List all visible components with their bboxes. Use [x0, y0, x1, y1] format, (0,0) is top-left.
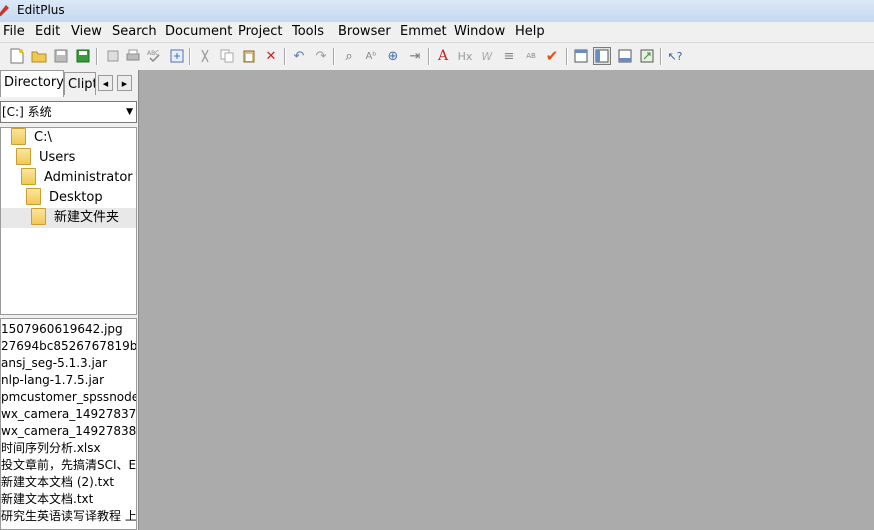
- list-item[interactable]: wx_camera_14927837900: [1, 406, 136, 423]
- check-mark-icon[interactable]: ✔: [543, 47, 561, 65]
- chevron-down-icon: ▼: [126, 107, 133, 117]
- full-screen-icon[interactable]: [638, 47, 656, 65]
- menu-browser[interactable]: Browser: [338, 24, 391, 39]
- drive-select[interactable]: [C:] 系统 ▼: [0, 101, 137, 123]
- toolbar-separator: [96, 48, 98, 65]
- folder-icon: [26, 188, 41, 205]
- tab-cliptext[interactable]: Cliptext: [64, 72, 96, 95]
- redo-icon[interactable]: ↷: [312, 47, 330, 65]
- toolbar-separator: [333, 48, 335, 65]
- copy-icon[interactable]: [218, 47, 236, 65]
- list-item[interactable]: 新建文本文档.txt: [1, 491, 93, 508]
- menu-file[interactable]: File: [3, 24, 25, 39]
- save-icon[interactable]: [52, 47, 70, 65]
- menu-emmet[interactable]: Emmet: [400, 24, 447, 39]
- toolbar-separator: [189, 48, 191, 65]
- folder-icon: [21, 168, 36, 185]
- open-folder-icon[interactable]: [30, 47, 48, 65]
- menu-help[interactable]: Help: [515, 24, 545, 39]
- find-icon[interactable]: ⌕: [340, 47, 358, 65]
- font-icon[interactable]: A: [434, 47, 452, 65]
- directory-tree: C:\ Users Administrator Desktop 新建文件夹: [0, 127, 137, 315]
- menu-bar: File Edit View Search Document Project T…: [0, 22, 874, 43]
- list-item[interactable]: nlp-lang-1.7.5.jar: [1, 372, 104, 389]
- tree-node[interactable]: Users: [16, 148, 75, 168]
- toolbar: ABC ✕ ↶ ↷ ⌕ Aᵇ ⊕ ⇥ A Hx W ≡ AB ✔ ↖?: [0, 43, 874, 71]
- menu-project[interactable]: Project: [238, 24, 282, 39]
- directory-panel-icon[interactable]: [572, 47, 590, 65]
- toolbar-separator: [660, 48, 662, 65]
- hex-icon[interactable]: Hx: [456, 47, 474, 65]
- replace-icon[interactable]: Aᵇ: [362, 47, 380, 65]
- browser-preview-icon[interactable]: [168, 47, 186, 65]
- delete-icon[interactable]: ✕: [262, 47, 280, 65]
- menu-edit[interactable]: Edit: [35, 24, 60, 39]
- side-panel: Directory Cliptext ◀ ▶ [C:] 系统 ▼ C:\ Use…: [0, 70, 139, 530]
- goto-line-icon[interactable]: ⇥: [406, 47, 424, 65]
- toolbar-separator: [428, 48, 430, 65]
- drive-label: [C:] 系统: [2, 105, 52, 119]
- context-help-icon[interactable]: ↖?: [666, 47, 684, 65]
- print-preview-icon[interactable]: [104, 47, 122, 65]
- print-icon[interactable]: [124, 47, 142, 65]
- word-wrap-icon[interactable]: W: [478, 47, 496, 65]
- menu-tools[interactable]: Tools: [292, 24, 324, 39]
- undo-icon[interactable]: ↶: [290, 47, 308, 65]
- editor-workspace[interactable]: [140, 70, 874, 530]
- list-item[interactable]: 1507960619642.jpg: [1, 321, 123, 338]
- menu-search[interactable]: Search: [112, 24, 157, 39]
- list-item[interactable]: pmcustomer_spssnode.: [1, 389, 136, 406]
- title-bar: EditPlus: [0, 0, 874, 22]
- list-item[interactable]: 研究生英语读写译教程 上: [1, 508, 136, 525]
- open-folder-icon: [31, 208, 46, 225]
- file-list: 1507960619642.jpg 27694bc8526767819b69 a…: [0, 318, 137, 530]
- editplus-logo-icon: [0, 5, 9, 17]
- list-item[interactable]: 时间序列分析.xlsx: [1, 440, 101, 457]
- paste-icon[interactable]: [240, 47, 258, 65]
- tree-node[interactable]: Administrator: [21, 168, 133, 188]
- folder-icon: [11, 128, 26, 145]
- list-item[interactable]: 27694bc8526767819b69: [1, 338, 136, 355]
- cut-icon[interactable]: [196, 47, 214, 65]
- tree-node[interactable]: Desktop: [26, 188, 103, 208]
- tree-node-selected[interactable]: 新建文件夹: [1, 208, 136, 228]
- save-all-icon[interactable]: [74, 47, 92, 65]
- list-item[interactable]: 投文章前，先搞清SCI、EI: [1, 457, 136, 474]
- new-file-icon[interactable]: [8, 47, 26, 65]
- menu-view[interactable]: View: [71, 24, 102, 39]
- ruler-icon[interactable]: ≡: [500, 47, 518, 65]
- list-item[interactable]: 新建文本文档 (2).txt: [1, 474, 114, 491]
- output-window-icon[interactable]: [616, 47, 634, 65]
- toolbar-separator: [284, 48, 286, 65]
- menu-window[interactable]: Window: [454, 24, 505, 39]
- cliptext-panel-icon[interactable]: [593, 47, 611, 65]
- toolbar-separator: [566, 48, 568, 65]
- tab-scroll-left-icon[interactable]: ◀: [98, 75, 113, 91]
- find-in-files-icon[interactable]: ⊕: [384, 47, 402, 65]
- line-number-icon[interactable]: AB: [522, 47, 540, 65]
- folder-icon: [16, 148, 31, 165]
- tree-node[interactable]: C:\: [11, 128, 52, 148]
- panel-tabs: Directory Cliptext ◀ ▶: [0, 70, 138, 97]
- list-item[interactable]: ansj_seg-5.1.3.jar: [1, 355, 107, 372]
- list-item[interactable]: wx_camera_14927838170: [1, 423, 136, 440]
- tab-scroll-right-icon[interactable]: ▶: [117, 75, 132, 91]
- tab-directory[interactable]: Directory: [0, 70, 64, 97]
- menu-document[interactable]: Document: [165, 24, 232, 39]
- window-title: EditPlus: [17, 3, 65, 17]
- spell-check-icon[interactable]: ABC: [146, 47, 164, 65]
